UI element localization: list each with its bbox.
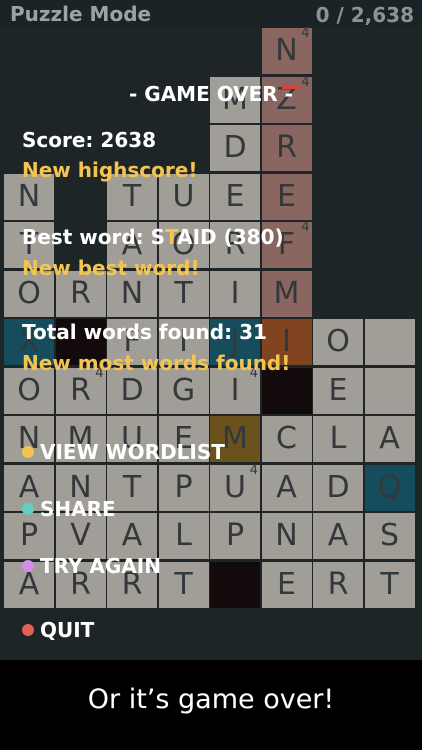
best-word: STAID [151,225,217,249]
new-highscore-text: New highscore! [22,158,198,182]
new-most-words-text: New most words found! [22,351,291,375]
game-screen: Puzzle Mode 0 / 2,638 N4MZ4DRNTUEETAORF4… [0,0,422,660]
best-word-prefix: S [150,225,166,249]
new-best-word-text: New best word! [22,256,200,280]
view-wordlist-label: VIEW WORDLIST [40,440,225,464]
quit-button[interactable]: QUIT [22,618,94,642]
caption-text: Or it’s game over! [87,684,335,715]
best-word-line: Best word: STAID (380) [22,225,284,249]
score-line: Score: 2638 [22,128,156,152]
game-over-panel: - GAME OVER - Score: 2638 New highscore!… [0,0,422,660]
best-word-rest: AID [177,225,217,249]
best-word-points: (380) [223,225,284,249]
share-label: SHARE [40,497,116,521]
caption-bar: Or it’s game over! [0,660,422,750]
game-over-title: - GAME OVER - [129,82,293,106]
view-wordlist-button[interactable]: VIEW WORDLIST [22,440,225,464]
teal-dot-icon [22,503,34,515]
purple-dot-icon [22,560,34,572]
total-words-value: 31 [239,320,267,344]
try-again-button[interactable]: TRY AGAIN [22,554,161,578]
best-word-highlight: T [165,225,178,249]
quit-label: QUIT [40,618,95,642]
title-underline [282,85,300,89]
score-label: Score: [22,128,94,152]
red-dot-icon [22,624,34,636]
share-button[interactable]: SHARE [22,497,116,521]
total-words-line: Total words found: 31 [22,320,267,344]
best-word-label: Best word: [22,225,144,249]
try-again-label: TRY AGAIN [40,554,161,578]
score-value: 2638 [100,128,157,152]
yellow-dot-icon [22,446,34,458]
total-words-label: Total words found: [22,320,233,344]
